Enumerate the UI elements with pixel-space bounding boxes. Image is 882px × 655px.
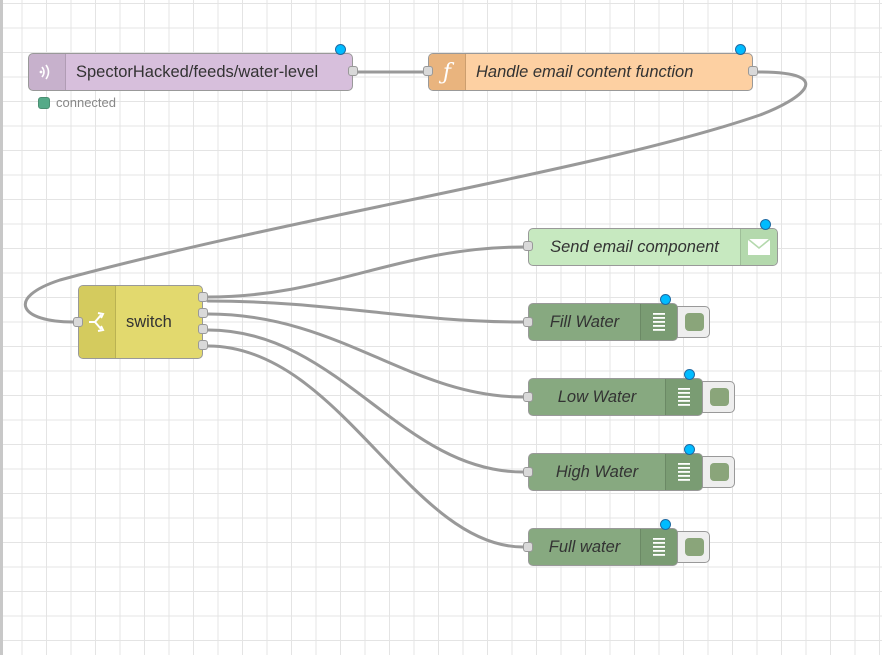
debug-list-icon	[640, 304, 677, 340]
debug-list-icon	[665, 454, 702, 490]
email-input-port[interactable]	[523, 241, 533, 251]
debug-node-low-water[interactable]: Low Water	[528, 378, 703, 416]
function-icon: ƒ	[429, 54, 466, 90]
debug-node-high-water[interactable]: High Water	[528, 453, 703, 491]
switch-output-port-4[interactable]	[198, 340, 208, 350]
switch-node-label: switch	[126, 312, 172, 331]
email-node[interactable]: Send email component	[528, 228, 778, 266]
debug-toggle-button[interactable]	[677, 306, 710, 338]
debug-node-label: High Water	[555, 462, 639, 481]
wire-switch-to-full-water[interactable]	[206, 344, 525, 549]
mqtt-status-text: connected	[56, 95, 116, 110]
email-changed-marker	[760, 219, 771, 230]
debug-input-port[interactable]	[523, 392, 533, 402]
mqtt-output-port[interactable]	[348, 66, 358, 76]
debug-node-fill-water[interactable]: Fill Water	[528, 303, 678, 341]
debug-changed-marker	[660, 519, 671, 530]
mqtt-in-node[interactable]: SpectorHacked/feeds/water-level	[28, 53, 353, 91]
switch-node[interactable]: switch	[78, 285, 203, 359]
function-output-port[interactable]	[748, 66, 758, 76]
debug-changed-marker	[684, 444, 695, 455]
debug-input-port[interactable]	[523, 467, 533, 477]
debug-input-port[interactable]	[523, 542, 533, 552]
bridge-icon	[29, 54, 66, 90]
envelope-icon	[740, 229, 777, 265]
switch-output-port-2[interactable]	[198, 308, 208, 318]
function-node[interactable]: ƒ Handle email content function	[428, 53, 753, 91]
function-changed-marker	[735, 44, 746, 55]
debug-toggle-button[interactable]	[702, 456, 735, 488]
debug-node-full-water[interactable]: Full water	[528, 528, 678, 566]
switch-output-port-1[interactable]	[198, 292, 208, 302]
mqtt-status: connected	[38, 95, 116, 110]
debug-toggle-button[interactable]	[677, 531, 710, 563]
debug-input-port[interactable]	[523, 317, 533, 327]
debug-toggle-button[interactable]	[702, 381, 735, 413]
debug-changed-marker	[684, 369, 695, 380]
function-node-label: Handle email content function	[476, 62, 694, 81]
debug-node-label: Fill Water	[549, 312, 620, 331]
status-dot	[38, 96, 50, 109]
mqtt-changed-marker	[335, 44, 346, 55]
debug-list-icon	[665, 379, 702, 415]
switch-icon	[79, 286, 116, 358]
email-node-label: Send email component	[550, 237, 719, 256]
wire-switch-to-email[interactable]	[206, 245, 525, 299]
mqtt-node-label: SpectorHacked/feeds/water-level	[76, 62, 319, 81]
switch-input-port[interactable]	[73, 317, 83, 327]
function-input-port[interactable]	[423, 66, 433, 76]
switch-output-port-3[interactable]	[198, 324, 208, 334]
debug-changed-marker	[660, 294, 671, 305]
debug-node-label: Low Water	[557, 387, 637, 406]
debug-list-icon	[640, 529, 677, 565]
debug-node-label: Full water	[548, 537, 621, 556]
